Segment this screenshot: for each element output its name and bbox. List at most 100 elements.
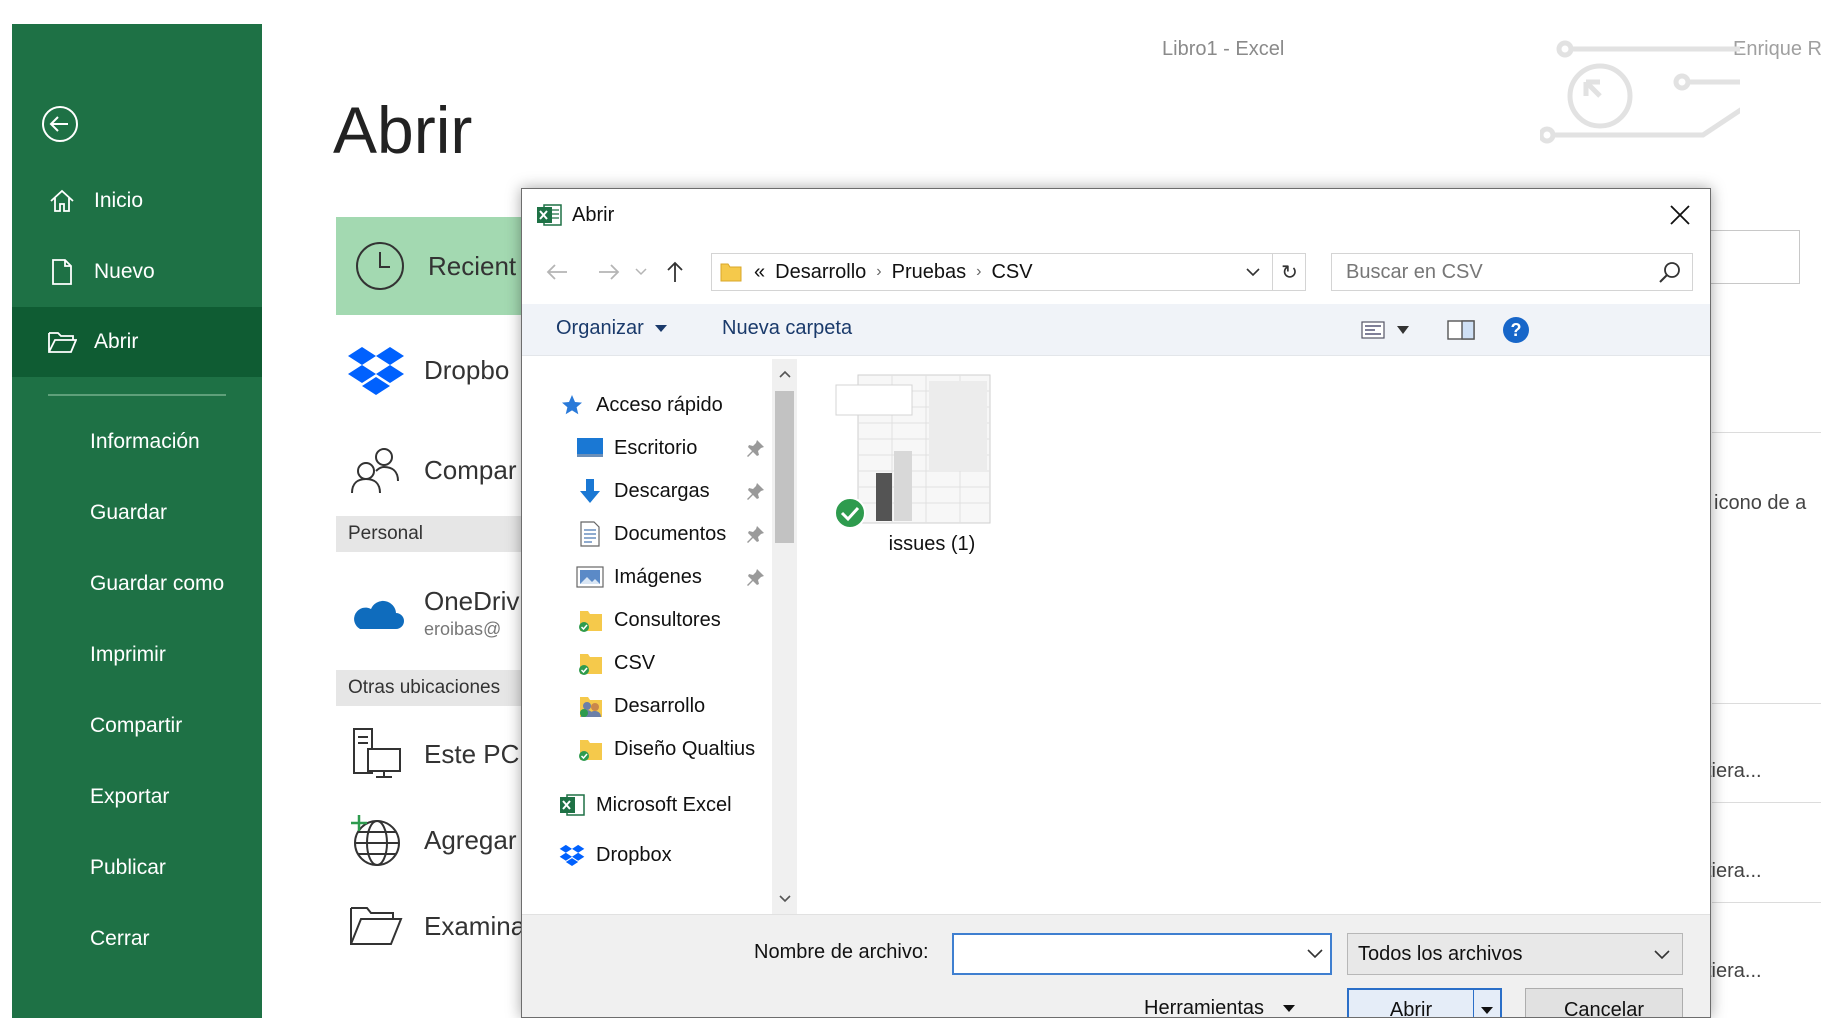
- pin-hint-text: l icono de a: [1704, 492, 1807, 514]
- open-button[interactable]: Abrir: [1347, 988, 1502, 1018]
- circuit-decoration-icon: [1540, 40, 1740, 144]
- location-browse[interactable]: Examina: [346, 894, 536, 958]
- open-folder-icon: [44, 327, 80, 357]
- pin-icon[interactable]: [746, 438, 766, 458]
- sidebar-item-nuevo[interactable]: Nuevo: [12, 237, 262, 307]
- breadcrumb-item[interactable]: Desarrollo: [775, 261, 866, 284]
- nav-item-escritorio[interactable]: Escritorio: [576, 428, 772, 468]
- nav-label: Diseño Qualtius: [614, 737, 756, 760]
- recent-item[interactable]: tiera...: [1706, 960, 1762, 983]
- filename-input[interactable]: [952, 933, 1332, 975]
- refresh-icon[interactable]: ↻: [1272, 253, 1306, 291]
- pin-icon[interactable]: [746, 524, 766, 544]
- home-icon: [44, 186, 80, 216]
- nav-item-diseno-qualtius[interactable]: Diseño Qualtius: [576, 729, 772, 769]
- sidebar-item-label: Guardar: [90, 501, 168, 524]
- location-this-pc[interactable]: Este PC: [346, 722, 536, 786]
- svg-text:?: ?: [1511, 320, 1522, 340]
- chevron-right-icon[interactable]: ›: [876, 263, 881, 281]
- divider: [1712, 703, 1821, 704]
- tools-menu[interactable]: Herramientas: [1144, 997, 1296, 1017]
- divider: [1712, 802, 1821, 803]
- pictures-icon: [576, 564, 604, 590]
- preview-pane-icon[interactable]: [1446, 316, 1476, 344]
- sidebar-item-cerrar[interactable]: Cerrar: [12, 904, 262, 974]
- address-bar[interactable]: « Desarrollo › Pruebas › CSV: [711, 253, 1306, 291]
- close-icon[interactable]: [1664, 199, 1696, 231]
- sidebar-item-imprimir[interactable]: Imprimir: [12, 620, 262, 690]
- location-label: Compar: [424, 454, 517, 485]
- sidebar-item-guardar-como[interactable]: Guardar como: [12, 549, 262, 619]
- location-shared[interactable]: Compar: [346, 440, 536, 500]
- chevron-down-icon: [1654, 950, 1670, 960]
- user-name[interactable]: Enrique R: [1733, 38, 1821, 61]
- open-file-dialog: Abrir « Desarrollo › Pruebas › CSV ↻ Bus…: [521, 188, 1711, 1018]
- dialog-footer: Nombre de archivo: Todos los archivos He…: [522, 914, 1710, 1018]
- sidebar-item-exportar[interactable]: Exportar: [12, 762, 262, 832]
- sidebar-item-informacion[interactable]: Información: [12, 407, 262, 477]
- caret-down-icon[interactable]: [1394, 316, 1412, 344]
- sidebar-item-label: Abrir: [94, 330, 139, 353]
- sidebar-item-inicio[interactable]: Inicio: [12, 166, 262, 236]
- recent-search-input[interactable]: [1700, 230, 1800, 284]
- search-input[interactable]: Buscar en CSV: [1331, 253, 1693, 291]
- pin-icon[interactable]: [746, 567, 766, 587]
- back-arrow-icon[interactable]: [40, 104, 80, 144]
- location-label: Dropbo: [424, 354, 510, 385]
- breadcrumb-item[interactable]: CSV: [991, 261, 1032, 284]
- nav-item-descargas[interactable]: Descargas: [576, 471, 772, 511]
- breadcrumb-item[interactable]: Pruebas: [892, 261, 967, 284]
- nav-scrollbar[interactable]: [772, 359, 797, 914]
- pin-icon[interactable]: [746, 481, 766, 501]
- caret-down-icon[interactable]: [1473, 990, 1500, 1017]
- excel-file-thumbnail-icon: [834, 374, 991, 529]
- organize-menu[interactable]: Organizar: [556, 317, 668, 340]
- breadcrumb-overflow[interactable]: «: [754, 261, 765, 284]
- nav-item-desarrollo[interactable]: Desarrollo: [576, 686, 772, 726]
- location-dropbox[interactable]: Dropbo: [346, 340, 536, 400]
- nav-quick-access[interactable]: Acceso rápido: [558, 385, 808, 425]
- sidebar-item-publicar[interactable]: Publicar: [12, 833, 262, 903]
- nav-item-documentos[interactable]: Documentos: [576, 514, 772, 554]
- sidebar-item-label: Cerrar: [90, 927, 150, 950]
- chevron-up-icon[interactable]: [772, 361, 797, 387]
- location-onedrive[interactable]: OneDriv eroibas@: [346, 578, 536, 648]
- dialog-titlebar[interactable]: Abrir: [522, 189, 1710, 241]
- up-arrow-icon[interactable]: [658, 255, 692, 289]
- nav-label: Consultores: [614, 608, 721, 631]
- folder-icon: [346, 896, 406, 956]
- chevron-down-icon[interactable]: [1235, 254, 1269, 290]
- open-button-label: Abrir: [1389, 998, 1433, 1018]
- nav-item-dropbox[interactable]: Dropbox: [558, 835, 808, 875]
- sidebar-separator: [48, 394, 226, 396]
- sidebar-item-compartir[interactable]: Compartir: [12, 691, 262, 761]
- nav-item-imagenes[interactable]: Imágenes: [576, 557, 772, 597]
- sidebar-item-abrir[interactable]: Abrir: [12, 307, 262, 377]
- recent-item[interactable]: tiera...: [1706, 860, 1762, 883]
- onedrive-text: OneDriv eroibas@: [424, 586, 519, 640]
- file-type-select[interactable]: Todos los archivos: [1347, 933, 1683, 975]
- chevron-down-icon[interactable]: [1300, 937, 1330, 971]
- nav-label: Escritorio: [614, 436, 698, 459]
- top-strip: [0, 0, 1821, 24]
- scrollbar-thumb[interactable]: [775, 391, 794, 543]
- view-options-icon[interactable]: [1360, 316, 1386, 344]
- new-folder-button[interactable]: Nueva carpeta: [722, 317, 852, 340]
- nav-item-csv[interactable]: CSV: [576, 643, 772, 683]
- forward-arrow-icon[interactable]: [592, 255, 626, 289]
- chevron-down-icon[interactable]: [630, 255, 652, 289]
- nav-item-microsoft-excel[interactable]: Microsoft Excel: [558, 785, 808, 825]
- recent-item[interactable]: tiera...: [1706, 760, 1762, 783]
- nav-item-consultores[interactable]: Consultores: [576, 600, 772, 640]
- file-item[interactable]: issues (1): [832, 371, 992, 571]
- location-add-place[interactable]: Agregar: [346, 808, 536, 872]
- sidebar-item-guardar[interactable]: Guardar: [12, 478, 262, 548]
- excel-icon: [558, 792, 586, 818]
- back-arrow-icon[interactable]: [540, 255, 574, 289]
- help-icon[interactable]: ?: [1501, 316, 1531, 344]
- location-recent[interactable]: Recient: [336, 217, 526, 315]
- backstage-sidebar: Inicio Nuevo Abrir Información Guardar G…: [12, 24, 262, 1018]
- cancel-button[interactable]: Cancelar: [1525, 988, 1683, 1017]
- chevron-down-icon[interactable]: [772, 886, 797, 912]
- chevron-right-icon[interactable]: ›: [976, 263, 981, 281]
